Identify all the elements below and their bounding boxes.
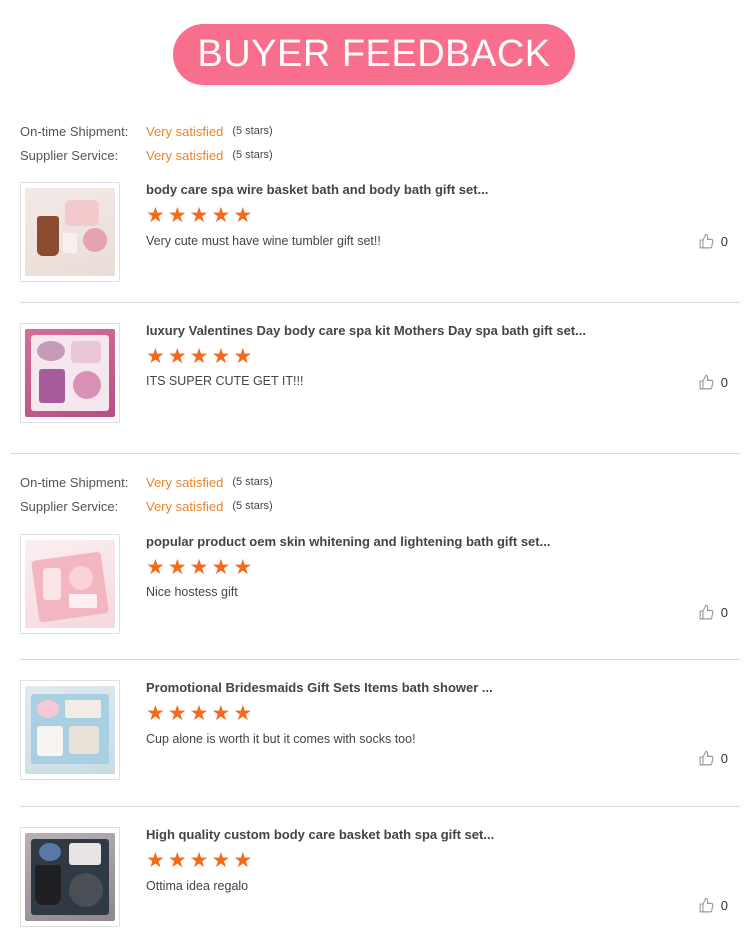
shipment-stars-text: (5 stars) bbox=[232, 125, 273, 137]
star-icon: ★ bbox=[146, 345, 165, 368]
product-title[interactable]: Promotional Bridesmaids Gift Sets Items … bbox=[146, 680, 493, 695]
review-comment: ITS SUPER CUTE GET IT!!! bbox=[146, 374, 304, 388]
star-rating: ★ ★ ★ ★ ★ bbox=[146, 204, 252, 228]
service-value: Very satisfied bbox=[146, 498, 224, 514]
shipment-stars-text: (5 stars) bbox=[232, 476, 273, 488]
product-thumbnail[interactable] bbox=[20, 680, 120, 780]
product-image bbox=[25, 686, 115, 774]
service-rating-row: Supplier Service: Very satisfied (5 star… bbox=[20, 143, 273, 167]
review-item: Promotional Bridesmaids Gift Sets Items … bbox=[20, 680, 738, 780]
review-comment: Ottima idea regalo bbox=[146, 879, 249, 893]
buyer-feedback-banner: BUYER FEEDBACK bbox=[173, 24, 575, 85]
seller-ratings: On-time Shipment: Very satisfied (5 star… bbox=[20, 119, 273, 167]
divider bbox=[20, 806, 740, 807]
review-item: body care spa wire basket bath and body … bbox=[20, 182, 738, 282]
service-value: Very satisfied bbox=[146, 147, 224, 163]
product-image bbox=[25, 329, 115, 417]
review-comment: Nice hostess gift bbox=[146, 585, 238, 599]
star-rating: ★ ★ ★ ★ ★ bbox=[146, 702, 252, 726]
star-icon: ★ bbox=[211, 702, 231, 725]
star-icon: ★ bbox=[146, 204, 165, 227]
divider bbox=[20, 302, 740, 303]
star-icon: ★ bbox=[167, 345, 187, 368]
product-image bbox=[25, 540, 115, 628]
star-icon: ★ bbox=[189, 556, 209, 579]
like-count: 0 bbox=[720, 234, 728, 249]
product-thumbnail[interactable] bbox=[20, 323, 120, 423]
product-title[interactable]: body care spa wire basket bath and body … bbox=[146, 182, 488, 197]
product-image bbox=[25, 833, 115, 921]
star-rating: ★ ★ ★ ★ ★ bbox=[146, 556, 252, 580]
star-icon: ★ bbox=[211, 556, 231, 579]
star-icon: ★ bbox=[211, 849, 231, 872]
like-button[interactable]: 0 bbox=[698, 374, 728, 391]
star-icon: ★ bbox=[189, 849, 209, 872]
product-thumbnail[interactable] bbox=[20, 182, 120, 282]
like-count: 0 bbox=[720, 375, 728, 390]
like-count: 0 bbox=[720, 751, 728, 766]
like-button[interactable]: 0 bbox=[698, 233, 728, 250]
shipment-label: On-time Shipment: bbox=[20, 474, 129, 490]
product-title[interactable]: High quality custom body care basket bat… bbox=[146, 827, 494, 842]
star-icon: ★ bbox=[233, 345, 253, 368]
review-comment: Very cute must have wine tumbler gift se… bbox=[146, 234, 381, 248]
shipment-value: Very satisfied bbox=[146, 123, 224, 139]
divider bbox=[20, 659, 740, 660]
review-item: High quality custom body care basket bat… bbox=[20, 827, 738, 927]
product-title[interactable]: luxury Valentines Day body care spa kit … bbox=[146, 323, 586, 338]
product-thumbnail[interactable] bbox=[20, 534, 120, 634]
star-icon: ★ bbox=[211, 345, 231, 368]
shipment-rating-row: On-time Shipment: Very satisfied (5 star… bbox=[20, 119, 273, 143]
review-item: popular product oem skin whitening and l… bbox=[20, 534, 738, 634]
like-button[interactable]: 0 bbox=[698, 604, 728, 621]
product-thumbnail[interactable] bbox=[20, 827, 120, 927]
shipment-rating-row: On-time Shipment: Very satisfied (5 star… bbox=[20, 470, 273, 494]
shipment-label: On-time Shipment: bbox=[20, 123, 129, 139]
banner-title: BUYER FEEDBACK bbox=[197, 33, 551, 75]
service-label: Supplier Service: bbox=[20, 147, 119, 163]
star-icon: ★ bbox=[189, 702, 209, 725]
like-count: 0 bbox=[720, 605, 728, 620]
like-button[interactable]: 0 bbox=[698, 750, 728, 767]
shipment-value: Very satisfied bbox=[146, 474, 224, 490]
star-icon: ★ bbox=[233, 204, 253, 227]
product-image bbox=[25, 188, 115, 276]
star-icon: ★ bbox=[233, 556, 253, 579]
divider bbox=[10, 453, 740, 454]
star-rating: ★ ★ ★ ★ ★ bbox=[146, 849, 252, 873]
thumbs-up-icon bbox=[699, 897, 714, 913]
product-title[interactable]: popular product oem skin whitening and l… bbox=[146, 534, 550, 549]
thumbs-up-icon bbox=[699, 750, 714, 766]
star-icon: ★ bbox=[211, 204, 231, 227]
star-icon: ★ bbox=[167, 849, 187, 872]
star-icon: ★ bbox=[233, 849, 253, 872]
star-rating: ★ ★ ★ ★ ★ bbox=[146, 345, 252, 369]
seller-ratings: On-time Shipment: Very satisfied (5 star… bbox=[20, 470, 273, 518]
service-stars-text: (5 stars) bbox=[232, 500, 273, 512]
thumbs-up-icon bbox=[699, 374, 714, 390]
review-item: luxury Valentines Day body care spa kit … bbox=[20, 323, 738, 423]
star-icon: ★ bbox=[146, 556, 165, 579]
star-icon: ★ bbox=[167, 702, 187, 725]
star-icon: ★ bbox=[167, 556, 187, 579]
star-icon: ★ bbox=[146, 849, 165, 872]
service-rating-row: Supplier Service: Very satisfied (5 star… bbox=[20, 494, 273, 518]
star-icon: ★ bbox=[146, 702, 165, 725]
star-icon: ★ bbox=[189, 204, 209, 227]
thumbs-up-icon bbox=[699, 604, 714, 620]
star-icon: ★ bbox=[189, 345, 209, 368]
review-comment: Cup alone is worth it but it comes with … bbox=[146, 732, 416, 746]
like-count: 0 bbox=[720, 898, 728, 913]
like-button[interactable]: 0 bbox=[698, 897, 728, 914]
thumbs-up-icon bbox=[699, 233, 714, 249]
star-icon: ★ bbox=[167, 204, 187, 227]
service-label: Supplier Service: bbox=[20, 498, 119, 514]
service-stars-text: (5 stars) bbox=[232, 149, 273, 161]
star-icon: ★ bbox=[233, 702, 253, 725]
